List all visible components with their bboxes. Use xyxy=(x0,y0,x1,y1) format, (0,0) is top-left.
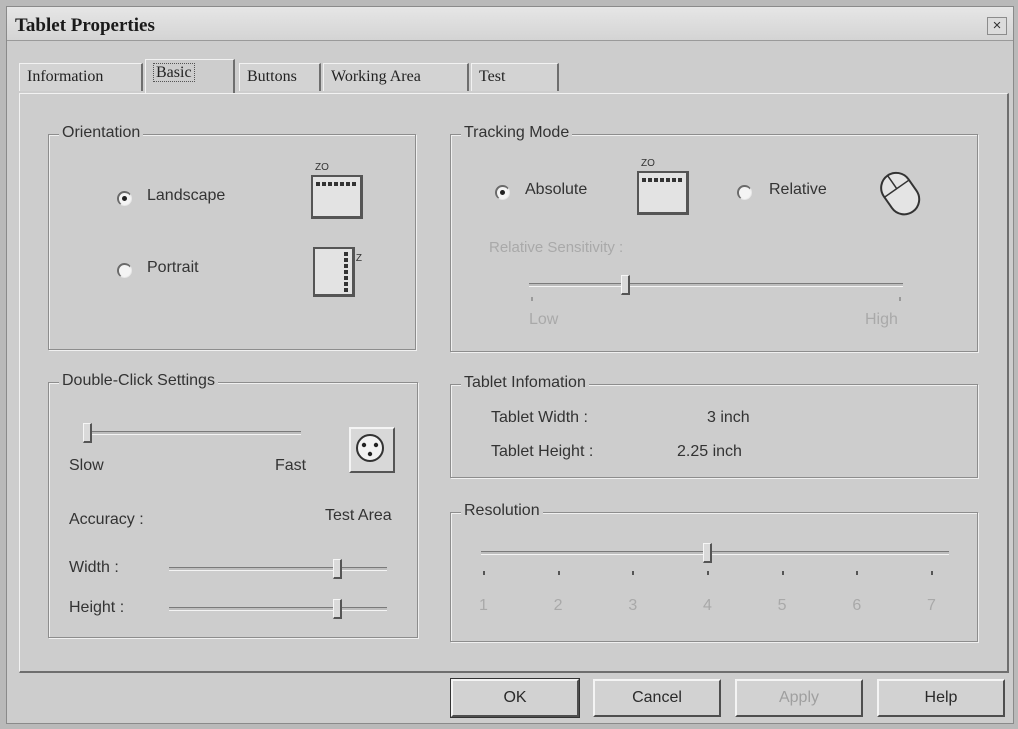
tab-information-label: Information xyxy=(27,68,104,85)
resolution-tick-label: 3 xyxy=(628,597,638,614)
accuracy-width-track xyxy=(169,567,387,571)
resolution-tick-label: 6 xyxy=(852,597,862,614)
landscape-icon: ZO xyxy=(311,162,363,219)
absolute-icon: ZO xyxy=(637,158,689,215)
tab-test[interactable]: Test xyxy=(471,63,559,91)
tablet-height-label: Tablet Height : xyxy=(491,443,594,460)
resolution-tick-mark xyxy=(931,571,933,575)
ok-button[interactable]: OK xyxy=(450,678,580,718)
tab-buttons-label: Buttons xyxy=(247,68,297,85)
tracking-mode-title: Tracking Mode xyxy=(461,124,573,142)
tab-information[interactable]: Information xyxy=(19,63,143,91)
accuracy-label: Accuracy : xyxy=(69,511,144,528)
absolute-icon-tag: ZO xyxy=(641,158,655,169)
resolution-tick-mark xyxy=(856,571,859,575)
close-icon: × xyxy=(992,17,1002,34)
absolute-label: Absolute xyxy=(525,181,588,198)
sensitivity-tick-low xyxy=(531,297,533,301)
accuracy-height-label: Height : xyxy=(69,599,125,616)
sensitivity-tick-high xyxy=(899,297,901,301)
sensitivity-high-label: High xyxy=(865,311,898,328)
tab-test-label: Test xyxy=(479,68,506,85)
accuracy-width-thumb[interactable] xyxy=(333,559,342,579)
test-area-box[interactable] xyxy=(349,427,395,473)
orientation-title: Orientation xyxy=(59,124,144,142)
resolution-group: Resolution 1 2 3 4 5 6 7 xyxy=(450,502,978,642)
resolution-tick-label: 2 xyxy=(553,597,563,614)
test-area-icon xyxy=(356,434,384,462)
resolution-tick-mark xyxy=(781,571,784,575)
portrait-icon: Z xyxy=(313,247,362,297)
absolute-radio[interactable] xyxy=(495,185,510,200)
mouse-icon xyxy=(880,171,921,216)
tracking-mode-group: Tracking Mode Absolute ZO Relative Relat… xyxy=(450,124,978,352)
tab-working-area-label: Working Area xyxy=(331,68,421,85)
resolution-title: Resolution xyxy=(461,502,543,520)
resolution-tick-mark xyxy=(557,571,560,575)
accuracy-width-label: Width : xyxy=(69,559,119,576)
relative-sensitivity-label: Relative Sensitivity : xyxy=(489,239,624,256)
landscape-icon-tag: ZO xyxy=(315,162,329,173)
sensitivity-low-label: Low xyxy=(529,311,559,328)
basic-tab-panel: Orientation Landscape ZO Portrait Z Trac… xyxy=(19,93,1009,673)
title-bar[interactable]: Tablet Properties × xyxy=(7,7,1013,41)
double-click-group: Double-Click Settings Slow Fast Test Are… xyxy=(48,372,418,638)
tab-basic-label: Basic xyxy=(153,63,195,82)
tablet-height-value: 2.25 inch xyxy=(677,443,742,460)
test-area-label: Test Area xyxy=(325,507,392,524)
tab-basic[interactable]: Basic xyxy=(145,59,235,93)
double-click-title: Double-Click Settings xyxy=(59,372,218,390)
resolution-tick-mark xyxy=(707,571,709,575)
apply-button[interactable]: Apply xyxy=(735,679,863,717)
cancel-button[interactable]: Cancel xyxy=(593,679,721,717)
resolution-tick-label: 1 xyxy=(479,597,488,614)
tablet-width-label: Tablet Width : xyxy=(491,409,588,426)
resolution-tick-label: 7 xyxy=(927,597,936,614)
resolution-slider-track xyxy=(481,551,949,555)
tab-buttons[interactable]: Buttons xyxy=(239,63,321,91)
landscape-radio[interactable] xyxy=(117,191,132,206)
window-title: Tablet Properties xyxy=(15,15,155,36)
tablet-width-value: 3 inch xyxy=(707,409,750,426)
accuracy-height-track xyxy=(169,607,387,611)
tab-working-area[interactable]: Working Area xyxy=(323,63,469,91)
resolution-tick-label: 4 xyxy=(703,597,712,614)
close-button[interactable]: × xyxy=(987,17,1007,35)
resolution-tick-mark xyxy=(483,571,485,575)
relative-radio[interactable] xyxy=(737,185,752,200)
sensitivity-slider-thumb[interactable] xyxy=(621,275,630,295)
tablet-properties-dialog: Tablet Properties × Information Basic Bu… xyxy=(6,6,1014,724)
fast-label: Fast xyxy=(275,457,307,474)
landscape-label: Landscape xyxy=(147,187,226,204)
portrait-icon-tag: Z xyxy=(355,253,362,264)
portrait-radio[interactable] xyxy=(117,263,132,278)
resolution-slider-thumb[interactable] xyxy=(703,543,712,563)
portrait-label: Portrait xyxy=(147,259,199,276)
slow-label: Slow xyxy=(69,457,104,474)
help-button[interactable]: Help xyxy=(877,679,1005,717)
sensitivity-slider-track xyxy=(529,283,903,287)
double-click-speed-thumb[interactable] xyxy=(83,423,92,443)
double-click-speed-track xyxy=(87,431,301,435)
relative-label: Relative xyxy=(769,181,827,198)
orientation-group: Orientation Landscape ZO Portrait Z xyxy=(48,124,416,350)
resolution-tick-mark xyxy=(632,571,635,575)
accuracy-height-thumb[interactable] xyxy=(333,599,342,619)
tablet-information-group: Tablet Infomation Tablet Width : 3 inch … xyxy=(450,374,978,478)
resolution-tick-label: 5 xyxy=(777,597,787,614)
tablet-information-title: Tablet Infomation xyxy=(461,374,589,392)
